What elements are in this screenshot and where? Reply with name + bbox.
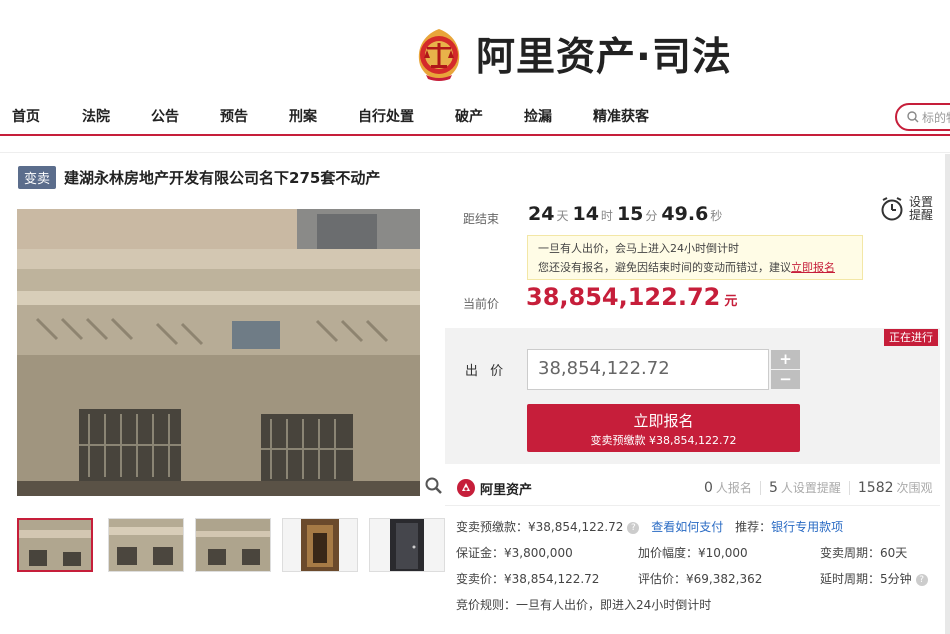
sale-type-badge: 变卖 — [18, 166, 57, 189]
reminder-count: 5 — [768, 480, 778, 496]
scrollbar[interactable] — [945, 154, 950, 634]
help-icon[interactable]: ? — [627, 521, 640, 534]
countdown-minutes-unit: 分 — [645, 209, 658, 223]
nav-item-preview[interactable]: 预告 — [220, 106, 248, 126]
current-price-value: 38,854,122.72 — [526, 283, 721, 311]
register-button-sub: 变卖预缴款 ¥38,854,122.72 — [590, 434, 737, 447]
nav-item-announcement[interactable]: 公告 — [151, 106, 179, 126]
item-title-row: 变卖 建湖永林房地产开发有限公司名下275套不动产 — [18, 166, 380, 189]
thumbnail[interactable] — [195, 518, 271, 572]
ali-assets-logo-text: 阿里资产 — [480, 482, 533, 498]
bid-amount-input[interactable]: 38,854,122.72 — [527, 349, 769, 390]
sale-price: 变卖价：¥38,854,122.72 — [456, 572, 600, 586]
nav-item-home[interactable]: 首页 — [12, 106, 40, 126]
bid-notice: 一旦有人出价，会马上进入24小时倒计时 您还没有报名，避免因结束时间的变动而错过… — [527, 235, 863, 280]
main-photo[interactable] — [17, 209, 420, 496]
thumbnail[interactable] — [108, 518, 184, 572]
nav-item-self-disposal[interactable]: 自行处置 — [358, 106, 414, 126]
search-placeholder: 标的物 — [922, 110, 950, 125]
deposit-row: 变卖预缴款：¥38,854,122.72? 查看如何支付 推荐：银行专用款项 — [456, 518, 843, 535]
countdown-seconds: 49.6 — [661, 203, 709, 225]
status-badge: 正在进行 — [884, 329, 938, 346]
view-count: 1582 — [857, 480, 894, 496]
search-icon — [907, 111, 919, 123]
thumbnail[interactable] — [17, 518, 93, 572]
countdown-minutes: 15 — [616, 203, 644, 225]
current-price-label: 当前价 — [463, 297, 500, 311]
registered-count: 0 — [704, 480, 713, 496]
thumbnail[interactable] — [282, 518, 358, 572]
deposit-amount: 变卖预缴款：¥38,854,122.72 — [456, 520, 624, 534]
ali-assets-logo: 阿里资产 — [456, 478, 532, 498]
recommend-label: 推荐： — [735, 520, 772, 534]
countdown-seconds-unit: 秒 — [710, 209, 723, 223]
divider — [445, 505, 940, 506]
appraisal-price: 评估价：¥69,382,362 — [638, 572, 763, 586]
register-now-link[interactable]: 立即报名 — [791, 261, 835, 274]
view-unit: 次围观 — [896, 481, 933, 495]
ali-assets-icon — [457, 479, 475, 497]
main-nav: 首页 法院 公告 预告 刑案 自行处置 破产 捡漏 精准获客 — [0, 96, 950, 136]
bid-decrease-button[interactable]: − — [771, 370, 800, 389]
register-button[interactable]: 立即报名 变卖预缴款 ¥38,854,122.72 — [527, 404, 800, 452]
zoom-icon[interactable] — [424, 476, 444, 496]
delay-period: 延时周期：5分钟 — [820, 572, 912, 586]
register-button-label: 立即报名 — [633, 412, 694, 430]
countdown-days-unit: 天 — [556, 209, 569, 223]
page: 阿里资产·司法 首页 法院 公告 预告 刑案 自行处置 破产 捡漏 精准获客 标… — [0, 0, 950, 634]
countdown-label: 距结束 — [463, 212, 500, 226]
thumbnail[interactable] — [369, 518, 445, 572]
divider — [0, 152, 950, 153]
site-logo[interactable]: 阿里资产·司法 — [412, 24, 732, 84]
countdown-hours-unit: 时 — [600, 209, 613, 223]
bank-account-link[interactable]: 银行专用款项 — [771, 520, 843, 534]
nav-item-bankruptcy[interactable]: 破产 — [455, 106, 483, 126]
countdown-days: 24 — [528, 203, 555, 225]
how-to-pay-link[interactable]: 查看如何支付 — [651, 520, 723, 534]
bid-rule: 竞价规则：一旦有人出价，即进入24小时倒计时 — [456, 598, 712, 612]
countdown-hours: 14 — [572, 203, 599, 225]
sale-period: 变卖周期：60天 — [820, 546, 908, 560]
notice-line2: 您还没有报名，避免因结束时间的变动而错过，建议立即报名 — [538, 261, 835, 274]
auction-stats: 0 人报名 5 人设置提醒 1582 次围观 — [704, 479, 933, 496]
nav-item-court[interactable]: 法院 — [82, 106, 110, 126]
current-price: 38,854,122.72 元 — [526, 283, 737, 311]
remind-label-line2: 提醒 — [909, 208, 934, 222]
registered-unit: 人报名 — [715, 481, 752, 495]
search-input[interactable]: 标的物 — [895, 103, 950, 131]
court-emblem-icon — [412, 25, 466, 83]
bid-increase-button[interactable]: + — [771, 350, 800, 369]
bid-increment: 加价幅度：¥10,000 — [638, 546, 748, 560]
reminder-unit: 人设置提醒 — [780, 481, 841, 495]
nav-item-criminal[interactable]: 刑案 — [289, 106, 317, 126]
notice-line1: 一旦有人出价，会马上进入24小时倒计时 — [538, 242, 739, 255]
nav-item-bargain[interactable]: 捡漏 — [524, 106, 552, 126]
current-price-unit: 元 — [724, 294, 738, 309]
item-title: 建湖永林房地产开发有限公司名下275套不动产 — [64, 169, 381, 187]
logo-text: 阿里资产·司法 — [476, 35, 732, 80]
bid-label: 出 价 — [465, 364, 508, 379]
set-reminder-button[interactable]: 设置 提醒 — [880, 196, 937, 222]
delay-period-row: 延时周期：5分钟? — [820, 570, 928, 587]
alarm-clock-icon — [881, 197, 903, 221]
guarantee-deposit: 保证金：¥3,800,000 — [456, 546, 573, 560]
help-icon[interactable]: ? — [915, 573, 928, 586]
countdown-timer: 24 天 14 时 15 分 49.6 秒 — [528, 203, 726, 225]
nav-item-precise-leads[interactable]: 精准获客 — [593, 106, 649, 126]
